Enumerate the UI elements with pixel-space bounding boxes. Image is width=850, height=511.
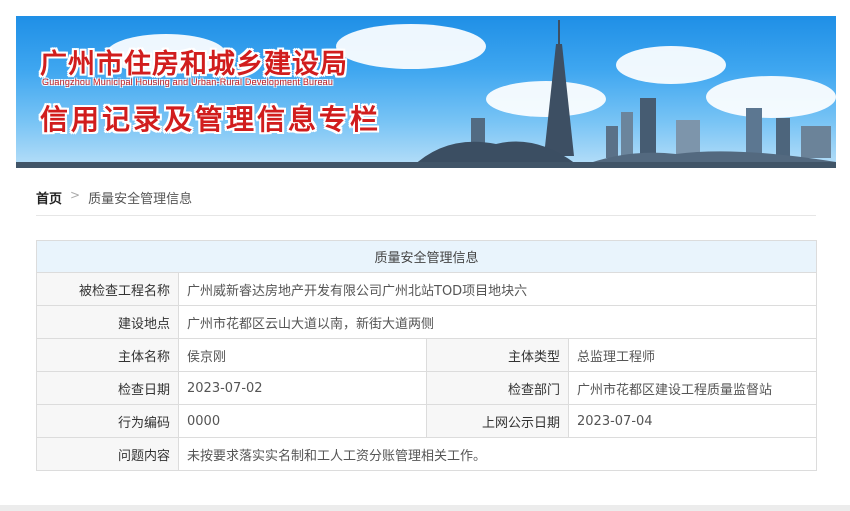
- banner-title: 广州市住房和城乡建设局: [40, 49, 348, 80]
- check-dept-value: 广州市花都区建设工程质量监督站: [567, 371, 818, 405]
- chevron-right-icon: >: [70, 188, 81, 202]
- table-row: 主体名称 侯京刚 主体类型 总监理工程师: [36, 338, 818, 372]
- banner-subtitle: 信用记录及管理信息专栏: [40, 103, 382, 136]
- breadcrumb: 首页 > 质量安全管理信息: [36, 188, 816, 216]
- issue-label: 问题内容: [36, 437, 179, 471]
- subject-name-value: 侯京刚: [178, 338, 427, 372]
- city-skyline-image: [16, 20, 836, 168]
- project-name-label: 被检查工程名称: [36, 272, 179, 306]
- breadcrumb-home-link[interactable]: 首页: [36, 188, 62, 207]
- publish-date-label: 上网公示日期: [426, 404, 569, 438]
- behavior-code-label: 行为编码: [36, 404, 179, 438]
- table-row: 被检查工程名称 广州威新睿达房地产开发有限公司广州北站TOD项目地块六: [36, 272, 818, 306]
- subject-type-value: 总监理工程师: [567, 338, 818, 372]
- check-date-value: 2023-07-02: [178, 371, 427, 405]
- project-name-value: 广州威新睿达房地产开发有限公司广州北站TOD项目地块六: [177, 272, 818, 306]
- check-date-label: 检查日期: [36, 371, 179, 405]
- behavior-code-value: 0000: [178, 404, 427, 438]
- banner-title-english: Guangzhou Municipal Housing and Urban-Ru…: [42, 77, 334, 87]
- check-dept-label: 检查部门: [426, 371, 569, 405]
- publish-date-value: 2023-07-04: [567, 404, 818, 438]
- subject-name-label: 主体名称: [36, 338, 179, 372]
- issue-value: 未按要求落实实名制和工人工资分账管理相关工作。: [177, 437, 818, 471]
- page-container: 广州市住房和城乡建设局 Guangzhou Municipal Housing …: [16, 16, 836, 494]
- breadcrumb-current: 质量安全管理信息: [88, 192, 193, 207]
- quality-safety-info-table: 质量安全管理信息 被检查工程名称 广州威新睿达房地产开发有限公司广州北站TOD项…: [35, 240, 818, 471]
- subject-type-label: 主体类型: [426, 338, 569, 372]
- table-row: 检查日期 2023-07-02 检查部门 广州市花都区建设工程质量监督站: [36, 371, 818, 405]
- header-banner: 广州市住房和城乡建设局 Guangzhou Municipal Housing …: [16, 16, 836, 168]
- page-bottom-divider: [0, 505, 850, 511]
- location-label: 建设地点: [36, 305, 179, 339]
- table-row: 行为编码 0000 上网公示日期 2023-07-04: [36, 404, 818, 438]
- table-caption: 质量安全管理信息: [35, 240, 818, 273]
- location-value: 广州市花都区云山大道以南，新街大道两侧: [177, 305, 818, 339]
- table-header-row: 质量安全管理信息: [35, 240, 818, 273]
- table-row: 问题内容 未按要求落实实名制和工人工资分账管理相关工作。: [36, 437, 818, 471]
- table-row: 建设地点 广州市花都区云山大道以南，新街大道两侧: [36, 305, 818, 339]
